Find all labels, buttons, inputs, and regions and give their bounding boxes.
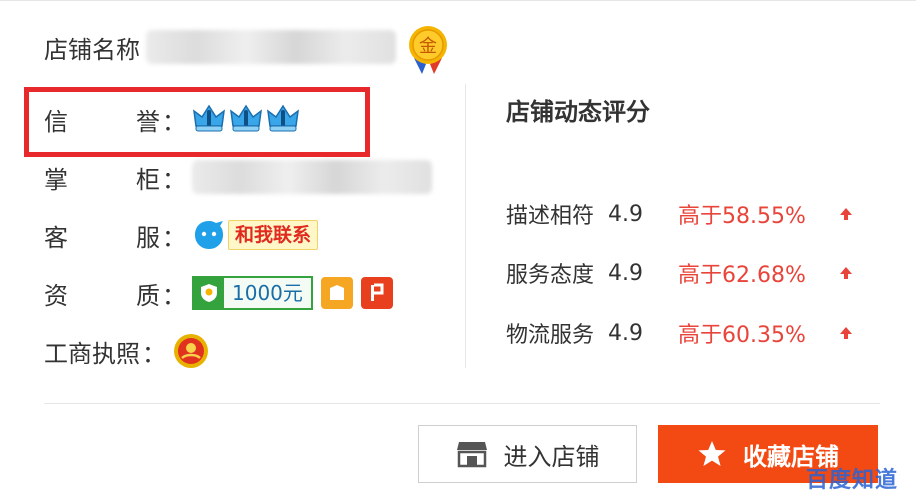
enter-store-button[interactable]: 进入店铺 [418, 425, 637, 483]
rating-compare: 高于62.68% [678, 263, 806, 288]
store-name-label: 店铺名称 [44, 35, 140, 64]
aliwangwang-icon[interactable] [192, 218, 226, 252]
guarantee-badge-icon[interactable] [320, 277, 353, 309]
rating-row-service: 服务态度 4.9 高于62.68% [506, 256, 854, 290]
business-license-emblem-icon[interactable] [172, 332, 210, 370]
rating-score: 4.9 [608, 320, 643, 346]
arrow-up-icon [840, 327, 852, 339]
credit-highlight-box [24, 87, 370, 157]
gold-seller-badge-icon: 金 [409, 26, 447, 74]
license-colon: ： [142, 339, 166, 368]
service-colon: ： [162, 223, 186, 252]
verified-badge-icon[interactable] [360, 277, 393, 309]
owner-name-blurred[interactable] [192, 160, 432, 194]
rating-name: 物流服务 [506, 323, 595, 348]
horizontal-divider [44, 403, 880, 404]
business-license-row: 工商执照 ： [44, 328, 210, 374]
rating-name: 描述相符 [506, 204, 595, 229]
shield-flower-icon [194, 278, 224, 308]
baidu-zhidao-watermark: 百度知道 [806, 468, 899, 493]
vertical-divider [465, 84, 466, 368]
deposit-amount: 1000元 [224, 278, 311, 308]
qualification-label-char2: 质 [136, 281, 160, 310]
contact-me-button[interactable]: 和我联系 [228, 220, 319, 250]
deposit-badge[interactable]: 1000元 [192, 276, 313, 310]
enter-store-label: 进入店铺 [503, 442, 600, 471]
rating-row-logistics: 物流服务 4.9 高于60.35% [506, 316, 854, 350]
owner-colon: ： [162, 165, 186, 194]
qualification-label-char1: 资 [44, 281, 68, 310]
arrow-up-icon [840, 267, 852, 279]
star-icon [697, 439, 727, 469]
rating-name: 服务态度 [506, 263, 595, 288]
arrow-up-icon [840, 208, 852, 220]
license-label: 工商执照 [44, 339, 140, 368]
owner-label-char1: 掌 [44, 165, 68, 194]
owner-label-char2: 柜 [136, 165, 160, 194]
rating-compare: 高于58.55% [678, 204, 806, 229]
store-name-blurred [146, 30, 396, 64]
rating-score: 4.9 [608, 260, 643, 286]
service-label-char2: 服 [136, 223, 160, 252]
top-divider [0, 0, 916, 6]
qualification-row: 资 质 ： 1000元 [44, 270, 393, 316]
qualification-colon: ： [162, 281, 186, 310]
rating-score: 4.9 [608, 201, 643, 227]
rating-compare: 高于60.35% [678, 323, 806, 348]
storefront-icon [456, 440, 488, 468]
service-label-char1: 客 [44, 223, 68, 252]
store-name-row: 店铺名称 [44, 24, 396, 70]
owner-row: 掌 柜 ： [44, 154, 432, 200]
svg-text:金: 金 [419, 36, 437, 57]
ratings-title: 店铺动态评分 [506, 98, 650, 126]
customer-service-row: 客 服 ： 和我联系 [44, 212, 319, 258]
rating-row-description: 描述相符 4.9 高于58.55% [506, 197, 854, 231]
